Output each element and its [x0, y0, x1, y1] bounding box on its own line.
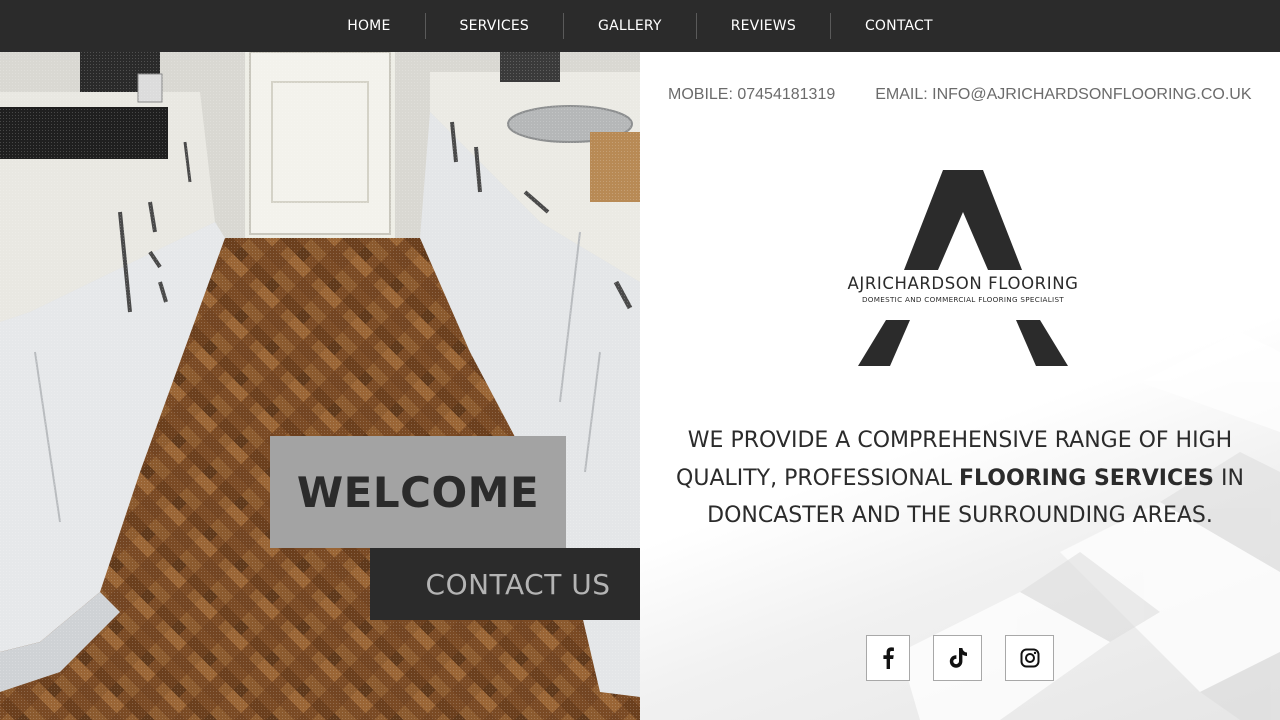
- instagram-icon: [1020, 648, 1039, 668]
- nav-label: CONTACT: [864, 18, 933, 34]
- top-navigation: HOME SERVICES GALLERY REVIEWS CONTACT: [0, 0, 1280, 52]
- tiktok-icon: [949, 648, 967, 668]
- email-address[interactable]: EMAIL: INFO@AJRICHARDSONFLOORING.CO.UK: [875, 86, 1251, 104]
- tiktok-link[interactable]: [933, 635, 982, 681]
- nav-label: GALLERY: [598, 18, 662, 34]
- contact-us-label: CONTACT US: [425, 567, 611, 601]
- nav-label: HOME: [347, 18, 391, 34]
- nav-item-home[interactable]: HOME: [313, 0, 424, 52]
- right-panel: MOBILE: 07454181319 EMAIL: INFO@AJRICHAR…: [640, 52, 1280, 720]
- logo-tagline: DOMESTIC AND COMMERCIAL FLOORING SPECIAL…: [861, 295, 1065, 304]
- social-links: [640, 635, 1280, 681]
- nav-item-contact[interactable]: CONTACT: [831, 0, 967, 52]
- company-logo: AJRICHARDSON FLOORING DOMESTIC AND COMME…: [838, 170, 1088, 370]
- contact-details: MOBILE: 07454181319 EMAIL: INFO@AJRICHAR…: [668, 86, 1268, 104]
- welcome-banner: WELCOME: [270, 436, 566, 548]
- mobile-number[interactable]: MOBILE: 07454181319: [668, 86, 835, 104]
- facebook-icon: [883, 647, 894, 669]
- welcome-heading: WELCOME: [296, 467, 540, 517]
- facebook-link[interactable]: [866, 635, 910, 681]
- logo-wordmark: AJRICHARDSON FLOORING: [838, 274, 1088, 293]
- logo-a-mark-icon: [858, 170, 1068, 366]
- nav-list: HOME SERVICES GALLERY REVIEWS CONTACT: [313, 0, 967, 52]
- contact-us-button[interactable]: CONTACT US: [370, 548, 666, 620]
- nav-item-gallery[interactable]: GALLERY: [564, 0, 696, 52]
- intro-highlight: FLOORING SERVICES: [959, 465, 1214, 491]
- intro-text: WE PROVIDE A COMPREHENSIVE RANGE OF HIGH…: [670, 422, 1250, 535]
- nav-item-services[interactable]: SERVICES: [426, 0, 564, 52]
- nav-label: SERVICES: [459, 18, 530, 34]
- nav-label: REVIEWS: [730, 18, 796, 34]
- instagram-link[interactable]: [1005, 635, 1054, 681]
- background-tile-pattern: [900, 332, 1280, 720]
- nav-item-reviews[interactable]: REVIEWS: [697, 0, 830, 52]
